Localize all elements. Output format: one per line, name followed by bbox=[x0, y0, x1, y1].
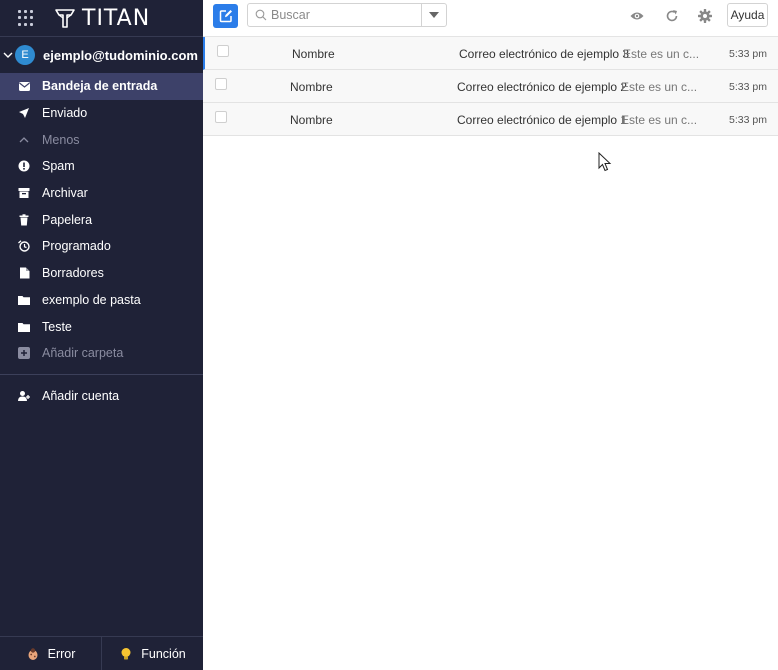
email-time: 5:33 pm bbox=[729, 114, 767, 126]
email-time: 5:33 pm bbox=[729, 81, 767, 93]
titan-logo-icon bbox=[55, 9, 75, 28]
search-box bbox=[247, 3, 447, 27]
bottom-bar: Error Función bbox=[0, 636, 203, 670]
sidebar-item-scheduled[interactable]: Programado bbox=[0, 233, 203, 260]
email-list: Nombre Correo electrónico de ejemplo 3 E… bbox=[203, 37, 778, 136]
sidebar-item-less[interactable]: Menos bbox=[0, 126, 203, 153]
sidebar-item-label: Programado bbox=[42, 239, 111, 254]
sidebar-item-label: Teste bbox=[42, 319, 72, 334]
sidebar-item-label: Bandeja de entrada bbox=[42, 79, 158, 94]
compose-button[interactable] bbox=[213, 4, 238, 28]
gear-icon[interactable] bbox=[698, 9, 712, 23]
email-row[interactable]: Nombre Correo electrónico de ejemplo 2 E… bbox=[203, 70, 778, 103]
sidebar-item-label: Papelera bbox=[42, 212, 93, 227]
caret-down-icon bbox=[429, 12, 439, 18]
email-preview: Este es un c... bbox=[621, 80, 698, 94]
error-label: Error bbox=[47, 646, 76, 661]
email-subject: Correo electrónico de ejemplo 2 bbox=[457, 80, 628, 94]
mouse-cursor-icon bbox=[598, 152, 612, 172]
email-checkbox[interactable] bbox=[215, 78, 227, 90]
feature-label: Función bbox=[141, 646, 186, 661]
brand-bar: TITAN bbox=[0, 0, 203, 37]
sidebar-item-drafts[interactable]: Borradores bbox=[0, 260, 203, 287]
sidebar-item-inbox[interactable]: Bandeja de entrada bbox=[0, 73, 203, 100]
account-email: ejemplo@tudominio.com bbox=[43, 47, 198, 63]
sidebar-item-trash[interactable]: Papelera bbox=[0, 206, 203, 233]
help-button[interactable]: Ayuda bbox=[727, 3, 768, 27]
alert-icon bbox=[18, 160, 30, 172]
report-error-button[interactable]: Error bbox=[0, 637, 101, 670]
inbox-icon bbox=[18, 80, 30, 92]
email-subject: Correo electrónico de ejemplo 3 bbox=[459, 47, 630, 61]
sidebar-item-add-folder[interactable]: Añadir carpeta bbox=[0, 340, 203, 367]
sidebar-item-label: Spam bbox=[42, 159, 75, 174]
brand-name: TITAN bbox=[82, 5, 151, 31]
search-input[interactable] bbox=[271, 8, 421, 22]
email-checkbox[interactable] bbox=[217, 45, 229, 57]
add-user-icon bbox=[18, 390, 30, 401]
email-checkbox[interactable] bbox=[215, 111, 227, 123]
email-preview: Este es un c... bbox=[623, 47, 700, 61]
sidebar-item-exemplo-de-pasta[interactable]: exemplo de pasta bbox=[0, 287, 203, 314]
folder-list: Bandeja de entrada Enviado Menos Spam Ar… bbox=[0, 73, 203, 367]
titan-logo: TITAN bbox=[54, 6, 150, 31]
sidebar-item-label: exemplo de pasta bbox=[42, 292, 141, 307]
email-subject: Correo electrónico de ejemplo 1 bbox=[457, 113, 628, 127]
eye-icon[interactable] bbox=[630, 9, 644, 23]
avatar: E bbox=[15, 45, 35, 65]
chevron-down-icon bbox=[3, 52, 13, 58]
sidebar-item-sent[interactable]: Enviado bbox=[0, 100, 203, 127]
search-icon bbox=[255, 9, 267, 21]
bug-icon bbox=[28, 647, 38, 660]
search-options-dropdown[interactable] bbox=[421, 4, 446, 26]
email-sender: Nombre bbox=[292, 47, 335, 61]
email-sender: Nombre bbox=[290, 80, 333, 94]
sidebar: TITAN E ejemplo@tudominio.com Bandeja de… bbox=[0, 0, 203, 670]
refresh-icon[interactable] bbox=[665, 9, 679, 23]
add-folder-icon bbox=[18, 347, 30, 360]
sidebar-item-label: Borradores bbox=[42, 266, 104, 281]
email-row[interactable]: Nombre Correo electrónico de ejemplo 1 E… bbox=[203, 103, 778, 136]
folder-icon bbox=[18, 294, 30, 306]
apps-grid-icon[interactable] bbox=[18, 10, 34, 26]
lightbulb-icon bbox=[121, 647, 131, 659]
sidebar-item-label: Enviado bbox=[42, 106, 88, 121]
trash-icon bbox=[18, 214, 30, 226]
toolbar: Ayuda bbox=[203, 0, 778, 37]
archive-icon bbox=[18, 187, 30, 199]
email-time: 5:33 pm bbox=[729, 48, 767, 60]
folder-icon bbox=[18, 321, 30, 333]
email-sender: Nombre bbox=[290, 113, 333, 127]
scheduled-icon bbox=[18, 240, 30, 253]
account-selector[interactable]: E ejemplo@tudominio.com bbox=[0, 37, 203, 73]
sidebar-item-archive[interactable]: Archivar bbox=[0, 180, 203, 207]
sidebar-item-spam[interactable]: Spam bbox=[0, 153, 203, 180]
email-row[interactable]: Nombre Correo electrónico de ejemplo 3 E… bbox=[203, 37, 778, 70]
email-preview: Este es un c... bbox=[621, 113, 698, 127]
send-icon bbox=[18, 107, 30, 119]
add-account-button[interactable]: Añadir cuenta bbox=[0, 375, 203, 417]
feature-request-button[interactable]: Función bbox=[101, 637, 203, 670]
draft-icon bbox=[18, 267, 30, 279]
chevron-up-icon bbox=[18, 134, 30, 146]
sidebar-item-teste[interactable]: Teste bbox=[0, 313, 203, 340]
sidebar-item-label: Archivar bbox=[42, 186, 88, 201]
add-account-label: Añadir cuenta bbox=[42, 388, 120, 403]
sidebar-item-label: Menos bbox=[42, 132, 80, 147]
compose-icon bbox=[219, 10, 232, 23]
sidebar-item-label: Añadir carpeta bbox=[42, 346, 124, 361]
